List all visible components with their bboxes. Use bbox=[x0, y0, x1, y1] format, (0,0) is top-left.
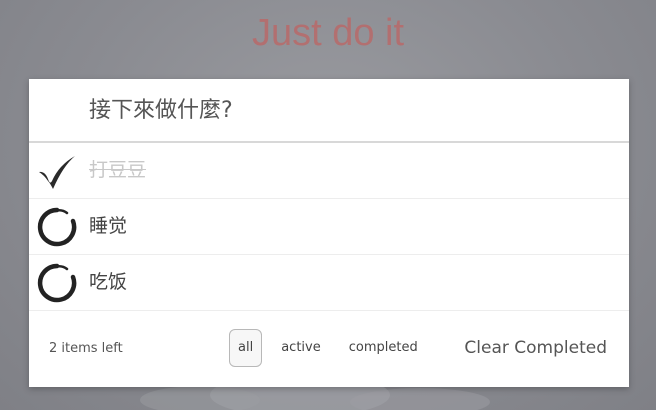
todo-item-label: 吃饭 bbox=[89, 271, 128, 293]
todo-item: 睡觉 bbox=[29, 199, 629, 255]
filter-active[interactable]: active bbox=[272, 329, 330, 367]
incomplete-circle-icon[interactable] bbox=[37, 263, 77, 303]
todo-item: 打豆豆 bbox=[29, 143, 629, 199]
filter-all[interactable]: all bbox=[229, 329, 263, 367]
incomplete-circle-icon[interactable] bbox=[37, 207, 77, 247]
filter-completed[interactable]: completed bbox=[340, 329, 427, 367]
new-todo-input[interactable] bbox=[29, 79, 629, 143]
filter-group: all active completed bbox=[229, 329, 427, 367]
app-title: Just do it bbox=[251, 12, 405, 54]
todo-footer: 2 items left all active completed Clear … bbox=[29, 310, 629, 387]
todo-app: 打豆豆 睡觉 吃饭 2 items left all bbox=[29, 79, 629, 387]
todo-item-label: 睡觉 bbox=[89, 215, 128, 237]
items-left-count: 2 items left bbox=[49, 341, 123, 356]
todo-item: 吃饭 bbox=[29, 255, 629, 311]
todo-item-label: 打豆豆 bbox=[89, 159, 147, 181]
clear-completed-button[interactable]: Clear Completed bbox=[464, 310, 607, 387]
todo-list: 打豆豆 睡觉 吃饭 bbox=[29, 143, 629, 311]
completed-check-icon[interactable] bbox=[37, 151, 77, 191]
